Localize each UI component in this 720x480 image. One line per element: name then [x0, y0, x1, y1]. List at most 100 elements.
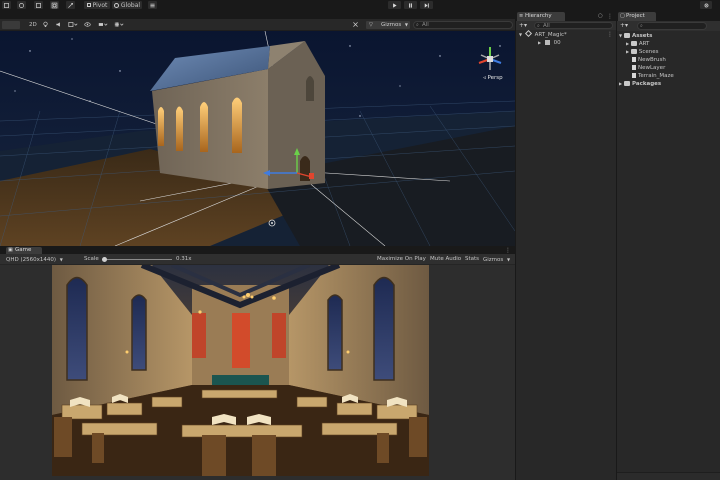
global-label: Global [120, 1, 141, 9]
game-gizmos-dropdown[interactable]: Gizmos ▼ [483, 255, 510, 264]
search-icon: ⌕ [640, 23, 643, 29]
cube-icon [544, 40, 550, 45]
more-options-icon[interactable]: ⋮ [607, 31, 613, 39]
stats-toggle[interactable]: Stats [465, 255, 479, 264]
game-gizmos-label: Gizmos [483, 257, 504, 263]
scale-slider-handle[interactable] [102, 257, 107, 262]
project-item-newlayer[interactable]: NewLayer [632, 64, 665, 72]
chevron-down-icon: ▼ [619, 33, 623, 38]
gizmos-dropdown[interactable]: ▽ Gizmos ▼ [366, 21, 410, 29]
project-item-label: ART [638, 41, 650, 47]
scene-search-input[interactable]: ⌕ All [413, 21, 513, 29]
settings-icon[interactable] [700, 1, 712, 9]
lock-icon[interactable]: ○ [598, 13, 603, 19]
folder-icon [630, 41, 637, 46]
audio-icon[interactable] [55, 21, 63, 29]
project-item-label: NewBrush [638, 57, 666, 63]
gamepad-icon: ▣ [8, 247, 13, 253]
pause-button[interactable] [404, 1, 417, 9]
gizmos-dropdown-icon: ▽ [369, 22, 373, 28]
globe-icon [113, 2, 119, 8]
pivot-toggle[interactable]: Pivot [84, 1, 110, 9]
hierarchy-item-00[interactable]: ▶ 00 [538, 39, 561, 47]
game-tab-label: Game [15, 247, 32, 253]
effects-dropdown[interactable] [67, 21, 81, 29]
tab-hierarchy[interactable]: ≡ Hierarchy [517, 12, 565, 21]
custom-tool-icon[interactable] [66, 1, 75, 9]
resolution-dropdown[interactable]: QHD (2560x1440) ▼ [6, 255, 63, 264]
hierarchy-search-input[interactable]: ⌕ All [534, 22, 613, 29]
persp-label[interactable]: ◃ Persp [483, 75, 503, 81]
project-item-newbrush[interactable]: NewBrush [632, 56, 666, 64]
chevron-down-icon: ▼ [519, 32, 523, 37]
scene-search-placeholder: All [422, 22, 429, 28]
scene-toolbar: 2D ▽ Gizmos ▼ ⌕ All [0, 19, 515, 31]
chevron-right-icon: ▶ [626, 49, 630, 54]
play-icon [393, 2, 397, 8]
lighting-icon[interactable] [42, 21, 50, 29]
more-options-icon[interactable]: ⋮ [607, 13, 613, 20]
chevron-down-icon: ▼ [404, 22, 408, 27]
hierarchy-tab-strip: ≡ Hierarchy ○ ⋮ [516, 12, 616, 21]
chevron-right-icon: ▶ [626, 41, 630, 46]
grid-dropdown[interactable] [113, 21, 127, 29]
create-asset-button[interactable]: +▾ [620, 22, 628, 29]
scale-label: Scale [84, 256, 99, 262]
folder-icon: ▢ [620, 13, 625, 19]
chevron-right-icon: ▶ [538, 40, 542, 45]
hierarchy-item-label: 00 [553, 40, 561, 46]
hidden-objects-icon[interactable] [84, 21, 92, 29]
game-view-panel: ▣ Game ⋮ QHD (2560x1440) ▼ Scale 0.31x M… [0, 246, 515, 480]
project-footer [617, 472, 720, 480]
play-button[interactable] [388, 1, 401, 9]
tab-project[interactable]: ▢ Project [618, 12, 656, 21]
add-object-button[interactable]: +▾ [519, 22, 527, 29]
list-icon: ≡ [519, 13, 524, 19]
camera-dropdown[interactable] [97, 21, 111, 29]
project-item-art[interactable]: ▶ ART [626, 40, 649, 48]
orientation-gizmo[interactable] [476, 45, 504, 73]
hierarchy-item-label: ART_Magic* [534, 32, 567, 38]
main-toolbar: Pivot Global [0, 0, 720, 10]
project-search-input[interactable]: ⌕ [637, 22, 707, 30]
project-item-terrain-maze[interactable]: Terrain_Maze [632, 72, 674, 80]
project-item-label: Terrain_Maze [638, 73, 674, 79]
step-button[interactable] [420, 1, 433, 9]
project-tab-strip: ▢ Project [617, 12, 720, 21]
tools-icon[interactable] [352, 21, 360, 29]
project-item-label: Scenes [638, 49, 659, 55]
mute-audio-toggle[interactable]: Mute Audio [430, 255, 461, 264]
2d-toggle[interactable]: 2D [29, 21, 37, 29]
hand-tool-icon[interactable] [2, 1, 11, 9]
transform-tool-icon[interactable] [50, 1, 59, 9]
rect-tool-icon[interactable] [34, 1, 43, 9]
game-viewport[interactable] [52, 265, 429, 476]
chevron-down-icon: ▼ [507, 257, 511, 262]
search-icon: ⌕ [416, 22, 419, 28]
grid-snap-icon[interactable] [148, 1, 157, 9]
project-item-packages[interactable]: ▶ Packages [619, 80, 661, 88]
rotate-tool-icon[interactable] [17, 1, 26, 9]
hierarchy-item-scene[interactable]: ▼ ART_Magic* ⋮ [519, 29, 615, 39]
hierarchy-tab-label: Hierarchy [525, 13, 552, 19]
scene-render [0, 31, 515, 246]
layer-asset-icon [632, 65, 636, 70]
game-tab-strip: ▣ Game ⋮ [0, 246, 515, 254]
scene-tab-strip [0, 12, 515, 19]
scale-slider-track[interactable] [102, 259, 172, 260]
project-item-scenes[interactable]: ▶ Scenes [626, 48, 658, 56]
more-options-icon[interactable]: ⋮ [505, 247, 511, 254]
global-toggle[interactable]: Global [112, 1, 142, 9]
persp-text: Persp [487, 75, 503, 81]
shading-mode-dropdown[interactable] [2, 21, 20, 29]
scene-viewport[interactable]: ◃ Persp [0, 31, 515, 246]
hierarchy-search-placeholder: All [543, 23, 550, 29]
tab-game[interactable]: ▣ Game [6, 247, 42, 254]
resolution-label: QHD (2560x1440) [6, 257, 56, 263]
folder-icon [624, 33, 630, 38]
project-item-assets[interactable]: ▼ Assets [619, 32, 652, 40]
gizmos-label: Gizmos [381, 22, 402, 28]
maximize-on-play-toggle[interactable]: Maximize On Play [377, 255, 426, 264]
project-panel: ▢ Project +▾ ⌕ ▼ Assets ▶ ART ▶ Scenes N… [617, 12, 720, 480]
game-render [52, 265, 429, 476]
